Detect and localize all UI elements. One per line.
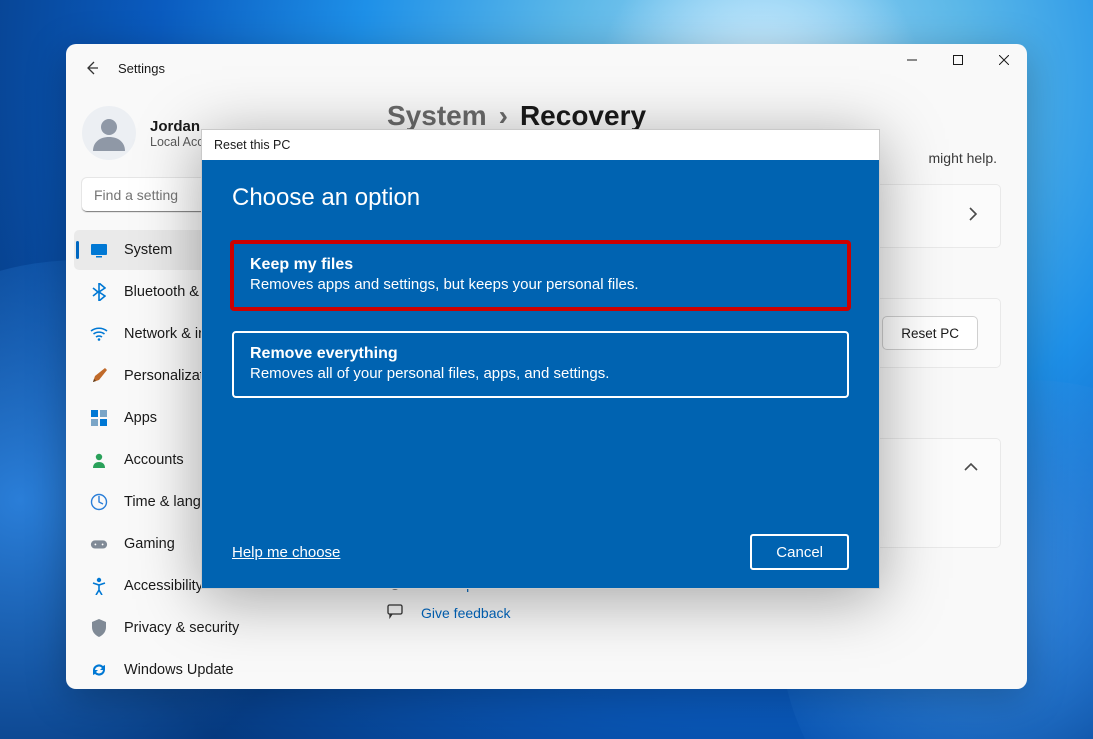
reset-pc-button[interactable]: Reset PC <box>882 316 978 350</box>
avatar <box>82 106 136 160</box>
display-icon <box>90 241 108 259</box>
breadcrumb-current: Recovery <box>520 100 646 132</box>
sidebar-item-label: Windows Update <box>124 662 234 678</box>
sidebar-item-label: Apps <box>124 410 157 426</box>
maximize-button[interactable] <box>935 44 981 76</box>
sidebar-item-label: Accessibility <box>124 578 203 594</box>
sidebar-item-label: System <box>124 242 172 258</box>
apps-icon <box>90 409 108 427</box>
breadcrumb-parent[interactable]: System <box>387 100 487 132</box>
chevron-right-icon <box>968 207 978 226</box>
feedback-icon <box>387 603 405 622</box>
chevron-up-icon[interactable] <box>964 459 978 477</box>
minimize-icon <box>907 55 917 65</box>
sidebar-item-privacy[interactable]: Privacy & security <box>74 608 353 648</box>
option-remove-everything[interactable]: Remove everything Removes all of your pe… <box>232 331 849 398</box>
close-button[interactable] <box>981 44 1027 76</box>
desktop-wallpaper: Settings <box>0 0 1093 739</box>
update-icon <box>90 661 108 679</box>
feedback-link-label: Give feedback <box>421 605 511 621</box>
option-keep-my-files[interactable]: Keep my files Removes apps and settings,… <box>230 240 851 311</box>
sidebar-item-label: Gaming <box>124 536 175 552</box>
arrow-left-icon <box>84 60 100 76</box>
option-desc: Removes all of your personal files, apps… <box>250 365 831 382</box>
option-title: Keep my files <box>250 256 831 274</box>
person-icon <box>89 113 129 153</box>
back-button[interactable] <box>72 48 112 88</box>
maximize-icon <box>953 55 963 65</box>
window-title: Settings <box>118 61 165 76</box>
breadcrumb-sep: › <box>499 100 508 132</box>
help-me-choose-link[interactable]: Help me choose <box>232 544 340 561</box>
titlebar: Settings <box>66 44 1027 92</box>
option-desc: Removes apps and settings, but keeps you… <box>250 276 831 293</box>
close-icon <box>999 55 1009 65</box>
gamepad-icon <box>90 535 108 553</box>
window-controls <box>889 44 1027 76</box>
feedback-link[interactable]: Give feedback <box>387 603 1001 622</box>
cancel-button[interactable]: Cancel <box>750 534 849 570</box>
wifi-icon <box>90 325 108 343</box>
option-title: Remove everything <box>250 345 831 363</box>
shield-icon <box>90 619 108 637</box>
dialog-heading: Choose an option <box>232 184 849 212</box>
bluetooth-icon <box>90 283 108 301</box>
dialog-title: Reset this PC <box>202 130 879 160</box>
paintbrush-icon <box>90 367 108 385</box>
sidebar-item-label: Privacy & security <box>124 620 239 636</box>
accessibility-icon <box>90 577 108 595</box>
reset-pc-dialog: Reset this PC Choose an option Keep my f… <box>201 129 880 589</box>
sidebar-item-label: Accounts <box>124 452 184 468</box>
person-icon <box>90 451 108 469</box>
minimize-button[interactable] <box>889 44 935 76</box>
globe-clock-icon <box>90 493 108 511</box>
dialog-body: Choose an option Keep my files Removes a… <box>202 160 879 588</box>
sidebar-item-update[interactable]: Windows Update <box>74 650 353 689</box>
breadcrumb: System › Recovery <box>387 100 1001 132</box>
